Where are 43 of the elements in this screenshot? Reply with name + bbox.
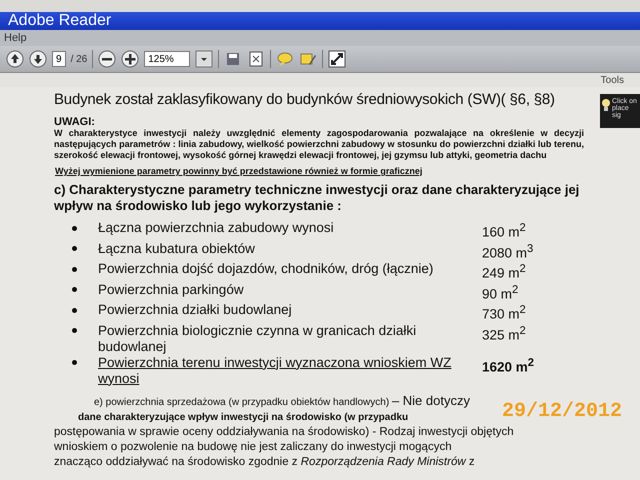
area-value: 325 m$^{2}$ bbox=[482, 324, 526, 343]
note-paragraph: W charakterystyce inwestycji należy uwzględnić elementy zagospodarowania pozwalające na określenie w decyzji następujących parametrów : linia zabudowy, wielkość powierzchni zabudowy w stosunku do powierzchni działki lub terenu, szerokość elewacji frontowej, wysokość górnej krawędzi elewacji frontowej, jej gzymsu lub attyki, geometria dachu bbox=[54, 128, 584, 161]
list-item-label: Powierzchnia terenu inwestycji wyznaczona wnioskiem WZ wynosi bbox=[98, 354, 452, 386]
list-item-label: Łączna powierzchnia zabudowy wynosi bbox=[98, 220, 335, 236]
page-number-field[interactable]: 9 bbox=[52, 51, 66, 67]
bullet-icon bbox=[72, 246, 77, 251]
list-item-label: Powierzchnia działki budowlanej bbox=[98, 302, 293, 318]
bullet-icon bbox=[72, 360, 77, 365]
area-value: 90 m$^{2}$ bbox=[482, 282, 518, 302]
paragraph-line: postępowania w sprawie oceny oddziaływania na środowisko) - Rodzaj inwestycji objętych bbox=[54, 424, 515, 440]
fit-page-icon[interactable] bbox=[247, 50, 266, 68]
list-item-label: Łączna kubatura obiektów bbox=[98, 240, 256, 256]
area-value: 2080 m$^{3}$ bbox=[482, 242, 534, 261]
bullet-icon bbox=[72, 266, 77, 272]
paragraph-line: wnioskiem o pozwolenie na budowę nie jest zaliczany do inwestycji mogących bbox=[54, 440, 453, 454]
document-heading: Budynek został zaklasyfikowany do budynków średniowysokich (SW)( §6, §8) bbox=[54, 91, 556, 108]
area-value: 160 m$^{2}$ bbox=[482, 221, 526, 240]
bullet-icon bbox=[72, 287, 77, 292]
zoom-field[interactable]: 125% bbox=[144, 51, 190, 67]
list-item-label: Powierzchnia parkingów bbox=[98, 282, 245, 298]
zoom-in-icon[interactable] bbox=[121, 50, 140, 68]
section-heading: c) Charakterystyczne parametry techniczne inwestycji oraz dane charakteryzujące jej wpływ na środowisko lub jego wykorzystanie : bbox=[54, 182, 580, 214]
date-label: 29/12/2012 bbox=[502, 400, 622, 423]
window-title: Adobe Reader bbox=[8, 12, 112, 30]
page-total: / 26 bbox=[70, 54, 88, 64]
area-value: 1620 m$^{2}$ bbox=[482, 356, 534, 375]
paragraph-line: dane charakteryzujące wpływ inwestycji na środowisko (w przypadku bbox=[78, 410, 408, 424]
dropdown-caret-icon[interactable] bbox=[195, 50, 214, 68]
tools-button[interactable]: Tools bbox=[600, 74, 624, 86]
comment-icon[interactable] bbox=[276, 50, 294, 68]
list-item-label: Powierzchnia dojść dojazdów, chodników, dróg (łącznie) bbox=[98, 261, 434, 277]
area-value: 730 m$^{2}$ bbox=[482, 303, 526, 322]
list-item-label: Powierzchnia biologicznie czynna w granicach działki budowlanej bbox=[98, 322, 418, 354]
note-title: UWAGI: bbox=[54, 116, 96, 128]
bullet-icon bbox=[72, 328, 77, 333]
paragraph-line: znacząco oddziaływać na środowisko zgodnie z Rozporządzenia Rady Ministrów z bbox=[54, 454, 476, 470]
menu-item[interactable]: Help bbox=[4, 32, 27, 44]
bullet-icon bbox=[72, 226, 77, 230]
section-text: e) powierzchnia sprzedażowa (w przypadku obiektów handlowych) – Nie dotyczy bbox=[94, 392, 471, 408]
bullet-icon bbox=[72, 308, 77, 312]
zoom-out-icon[interactable] bbox=[98, 50, 116, 68]
expand-icon[interactable] bbox=[328, 50, 346, 68]
area-value: 249 m$^{2}$ bbox=[482, 262, 526, 282]
